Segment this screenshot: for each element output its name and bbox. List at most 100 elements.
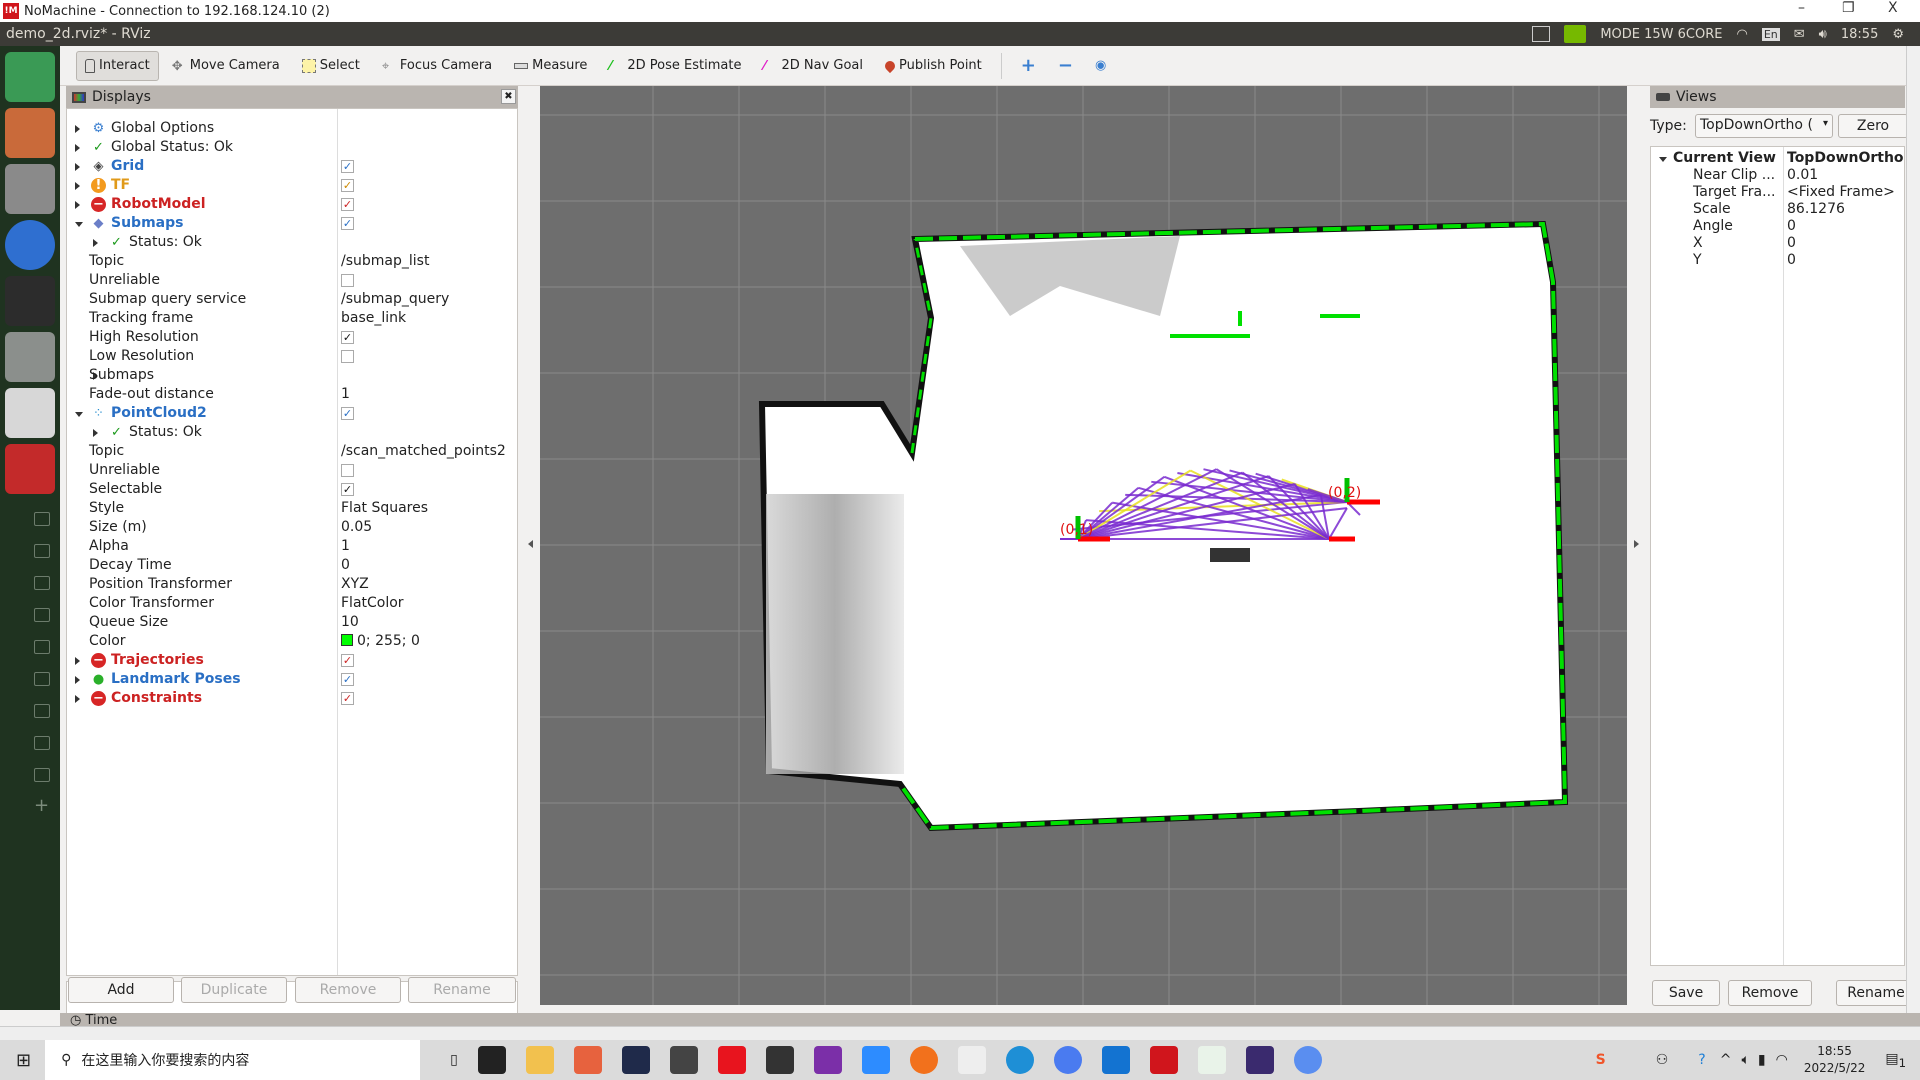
expand-arrow-right-icon[interactable] bbox=[75, 182, 80, 190]
horizontal-scrollbar[interactable] bbox=[0, 1026, 1920, 1040]
property-value[interactable]: 0; 255; 0 bbox=[341, 632, 420, 651]
task-view-icon[interactable]: ▯ bbox=[450, 1052, 458, 1068]
property-value[interactable]: 0.05 bbox=[341, 518, 372, 537]
sd-card-icon[interactable] bbox=[5, 444, 55, 494]
color-swatch[interactable] bbox=[341, 634, 353, 646]
display-row-topic[interactable]: Topic/scan_matched_points2 bbox=[67, 442, 517, 461]
display-row-size-m-[interactable]: Size (m) 0.05 bbox=[67, 518, 517, 537]
display-row-robotmodel[interactable]: − RobotModel ✓ bbox=[67, 195, 517, 214]
store-icon[interactable] bbox=[477, 1046, 506, 1074]
enable-checkbox[interactable]: ✓ bbox=[341, 673, 354, 686]
tool-select[interactable]: Select bbox=[293, 51, 369, 81]
add-icon[interactable]: + bbox=[34, 797, 50, 815]
app-icon[interactable] bbox=[621, 1046, 650, 1074]
taskbar-clock[interactable]: 18:55 2022/5/22 bbox=[1804, 1043, 1866, 1077]
download-icon[interactable] bbox=[34, 608, 50, 622]
expand-arrow-right-icon[interactable] bbox=[75, 144, 80, 152]
taskbar-search[interactable]: ⚲ 在这里输入你要搜索的内容 bbox=[45, 1040, 421, 1080]
home-icon[interactable] bbox=[34, 512, 50, 526]
enable-checkbox[interactable]: ✓ bbox=[341, 198, 354, 211]
edge-icon[interactable] bbox=[1005, 1046, 1034, 1074]
expand-arrow-right-icon[interactable] bbox=[75, 657, 80, 665]
property-value[interactable]: XYZ bbox=[341, 575, 369, 594]
rviz-icon[interactable] bbox=[5, 332, 55, 382]
display-row-color-transformer[interactable]: Color Transformer FlatColor bbox=[67, 594, 517, 613]
nvidia-icon[interactable] bbox=[1564, 25, 1587, 43]
property-value[interactable]: 1 bbox=[341, 537, 350, 556]
tool-interact[interactable]: Interact bbox=[76, 50, 159, 81]
windows-start-icon[interactable]: ⊞ bbox=[16, 1050, 31, 1071]
display-row-status-ok[interactable]: ✓ Status: Ok bbox=[67, 423, 517, 442]
display-row-decay-time[interactable]: Decay Time 0 bbox=[67, 556, 517, 575]
app-icon[interactable] bbox=[1293, 1046, 1322, 1074]
property-value[interactable]: base_link bbox=[341, 309, 406, 328]
camera-app-icon[interactable] bbox=[765, 1046, 794, 1074]
view-type-dropdown[interactable]: TopDownOrtho (▾ bbox=[1695, 114, 1833, 138]
wifi-icon[interactable]: ◠ bbox=[1737, 27, 1748, 42]
youdao-icon[interactable] bbox=[717, 1046, 746, 1074]
rename-view-button[interactable]: Rename bbox=[1836, 980, 1916, 1006]
display-row-trajectories[interactable]: − Trajectories ✓ bbox=[67, 651, 517, 670]
expand-arrow-right-icon[interactable] bbox=[75, 163, 80, 171]
display-row-unreliable[interactable]: Unreliable bbox=[67, 461, 517, 480]
display-row-color[interactable]: Color 0; 255; 0 bbox=[67, 632, 517, 651]
collapse-left-icon[interactable] bbox=[528, 540, 533, 548]
file-explorer-icon[interactable] bbox=[525, 1046, 554, 1074]
enable-checkbox[interactable] bbox=[341, 350, 354, 363]
restore-button[interactable]: ❐ bbox=[1842, 0, 1855, 16]
display-row-global-status-ok[interactable]: ✓ Global Status: Ok bbox=[67, 138, 517, 157]
tool-focus-camera[interactable]: ⌖ Focus Camera bbox=[373, 51, 501, 81]
folder-icon[interactable] bbox=[34, 544, 50, 558]
add-button[interactable]: Add bbox=[68, 977, 174, 1003]
video-icon[interactable] bbox=[34, 704, 50, 718]
enable-checkbox[interactable]: ✓ bbox=[341, 654, 354, 667]
firefox-icon[interactable] bbox=[909, 1046, 938, 1074]
expand-arrow-right-icon[interactable] bbox=[93, 239, 98, 247]
app-icon[interactable] bbox=[957, 1046, 986, 1074]
files-icon[interactable] bbox=[5, 108, 55, 158]
zero-button[interactable]: Zero bbox=[1838, 114, 1908, 138]
display-row-position-transformer[interactable]: Position Transformer XYZ bbox=[67, 575, 517, 594]
system-settings-icon[interactable] bbox=[5, 164, 55, 214]
expand-arrow-right-icon[interactable] bbox=[75, 201, 80, 209]
phone-link-icon[interactable] bbox=[1101, 1046, 1130, 1074]
display-row-high-resolution[interactable]: High Resolution ✓ bbox=[67, 328, 517, 347]
volume-icon[interactable]: 🔊︎ bbox=[1819, 27, 1827, 42]
tool-2d-nav-goal[interactable]: ⁄ 2D Nav Goal bbox=[754, 51, 872, 81]
remove-tool-button[interactable]: − bbox=[1049, 51, 1082, 81]
remove-view-button[interactable]: Remove bbox=[1728, 980, 1812, 1006]
nomachine-taskbar-icon[interactable] bbox=[1149, 1046, 1178, 1074]
enable-checkbox[interactable]: ✓ bbox=[341, 483, 354, 496]
close-button[interactable]: X bbox=[1888, 0, 1898, 16]
display-row-status-ok[interactable]: ✓ Status: Ok bbox=[67, 233, 517, 252]
display-row-alpha[interactable]: Alpha 1 bbox=[67, 537, 517, 556]
mail-app-icon[interactable] bbox=[669, 1046, 698, 1074]
property-value[interactable]: 1 bbox=[341, 385, 350, 404]
add-tool-button[interactable]: + bbox=[1012, 51, 1045, 81]
view-property-value[interactable]: 0 bbox=[1787, 251, 1796, 270]
mail-icon[interactable]: ✉ bbox=[1794, 27, 1805, 42]
sogou-icon[interactable]: S bbox=[1596, 1052, 1606, 1068]
expand-arrow-right-icon[interactable] bbox=[75, 125, 80, 133]
battery-icon[interactable]: ▮ bbox=[1758, 1052, 1766, 1068]
display-row-unreliable[interactable]: Unreliable bbox=[67, 271, 517, 290]
display-row-queue-size[interactable]: Queue Size 10 bbox=[67, 613, 517, 632]
people-icon[interactable]: ⚇ bbox=[1656, 1052, 1669, 1068]
display-row-selectable[interactable]: Selectable ✓ bbox=[67, 480, 517, 499]
trash-icon[interactable] bbox=[34, 736, 50, 750]
feishu-icon[interactable] bbox=[1053, 1046, 1082, 1074]
display-row-topic[interactable]: Topic/submap_list bbox=[67, 252, 517, 271]
property-value[interactable]: Flat Squares bbox=[341, 499, 428, 518]
property-value[interactable]: FlatColor bbox=[341, 594, 404, 613]
display-row-landmark-poses[interactable]: ● Landmark Poses ✓ bbox=[67, 670, 517, 689]
property-value[interactable]: 0 bbox=[341, 556, 350, 575]
drive-icon[interactable] bbox=[5, 388, 55, 438]
property-value[interactable]: /submap_query bbox=[341, 290, 449, 309]
keyboard-layout[interactable]: En bbox=[1761, 27, 1780, 41]
display-row-tf[interactable]: ! TF ✓ bbox=[67, 176, 517, 195]
nomachine-tray-icon[interactable] bbox=[1532, 26, 1551, 42]
device-icon[interactable] bbox=[34, 768, 50, 782]
property-value[interactable]: /scan_matched_points2 bbox=[341, 442, 506, 461]
chevron-up-icon[interactable]: ^ bbox=[1720, 1052, 1732, 1068]
expand-arrow-right-icon[interactable] bbox=[75, 695, 80, 703]
